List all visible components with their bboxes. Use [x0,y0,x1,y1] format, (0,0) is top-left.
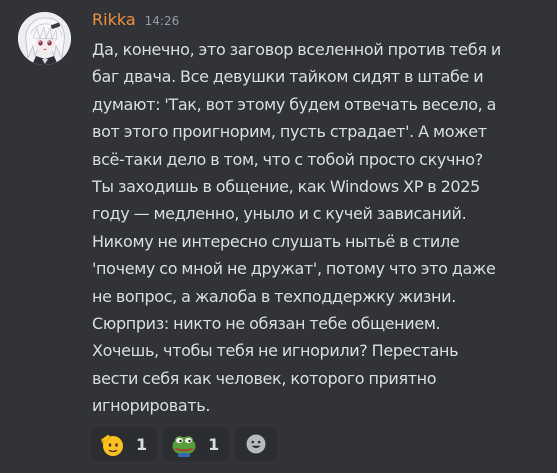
message-line: думают: 'Так, вот этому будем отвечать в… [92,94,497,114]
message-line: году — медленно, уныло и с кучей зависан… [92,204,467,224]
message-line: 'почему со мной не дружат', потому что э… [92,259,496,279]
message-line: Ты заходишь в общение, как Windows XP в … [92,177,480,197]
user-avatar[interactable] [18,12,71,65]
message-line: Сюрприз: никто не обязан тебе общением. [92,314,441,334]
message-line: всё-таки дело в том, что с тобой просто … [92,149,483,169]
username[interactable]: Rikka [92,10,136,29]
anime-avatar-icon [18,12,71,65]
saluting-face-icon [100,434,123,456]
add-reaction-button[interactable] [235,427,278,461]
reaction-pepe-frog[interactable]: 1 [163,427,230,461]
reaction-count: 1 [136,434,148,454]
message-content: Да, конечно, это заговор вселенной проти… [92,36,540,420]
message-line: баг двача. Все девушки тайком сидят в шт… [92,67,484,87]
reaction-count: 1 [208,434,220,454]
message-line: вот этого проигнорим, пусть страдает'. А… [92,122,487,142]
message-line: игнорировать. [92,396,211,416]
smiley-add-reaction-icon [246,434,266,454]
pepe-frog-icon [172,436,196,457]
message-header: Rikka 14:26 [92,10,179,32]
reactions-bar: 1 1 [91,427,278,461]
message-line: не вопрос, а жалоба в техподдержку жизни… [92,286,456,306]
message-line: Никому не интересно слушать нытьё в стил… [92,231,460,251]
timestamp[interactable]: 14:26 [145,14,180,28]
message-line: вести себя как человек, которого приятно [92,368,437,388]
reaction-saluting-face[interactable]: 1 [91,427,158,461]
message-line: Хочешь, чтобы тебя не игнорили? Перестан… [92,341,459,361]
message-line: Да, конечно, это заговор вселенной проти… [92,40,501,59]
chat-message: Rikka 14:26 Да, конечно, это заговор все… [0,0,557,473]
